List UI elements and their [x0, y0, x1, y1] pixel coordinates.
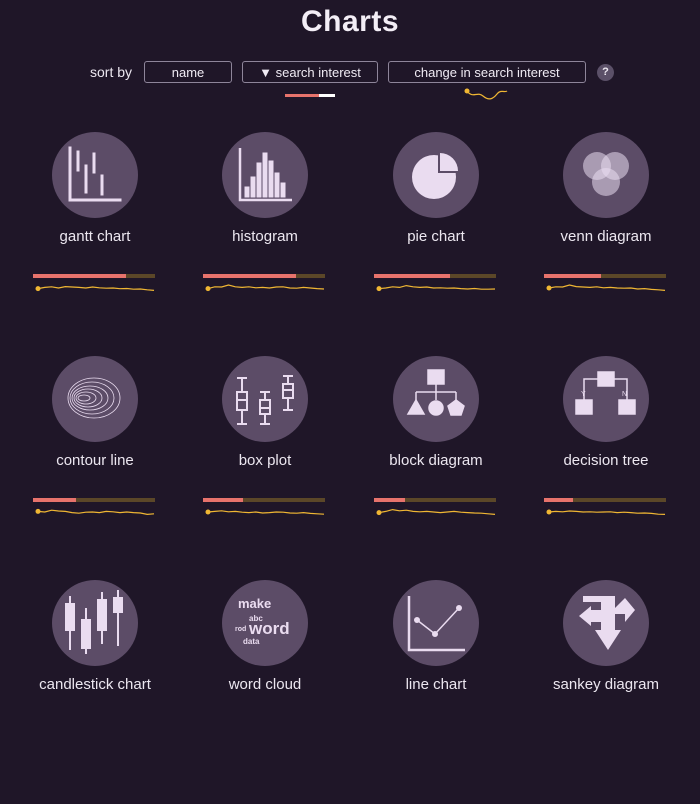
histogram-icon[interactable]	[222, 132, 308, 218]
help-icon[interactable]: ?	[597, 64, 614, 81]
chart-label: contour line	[56, 452, 134, 469]
svg-text:make: make	[238, 596, 271, 611]
sparkline-start-dot	[35, 286, 41, 292]
chart-card-box-plot[interactable]: box plot	[180, 356, 350, 580]
search-interest-trend-sparkline	[376, 508, 496, 516]
search-interest-fill	[374, 274, 450, 278]
search-interest-bar	[203, 274, 325, 278]
svg-text:N: N	[622, 391, 627, 398]
search-interest-fill	[203, 274, 296, 278]
sparkline-path	[378, 284, 496, 290]
chart-card-pie-chart[interactable]: pie chart	[351, 132, 521, 356]
search-interest-legend-icon	[285, 94, 335, 97]
search-interest-trend-sparkline	[35, 285, 155, 292]
search-interest-bar	[544, 274, 666, 278]
decision-tree-icon[interactable]: Y N	[563, 356, 649, 442]
word-cloud-icon[interactable]: make abc rod word data	[222, 580, 308, 666]
sort-bar: sort by name ▼ search interest change in…	[0, 61, 700, 85]
chart-label: histogram	[232, 228, 298, 245]
sparkline-start-dot	[35, 508, 41, 514]
sort-change-in-search-interest-button[interactable]: change in search interest	[388, 61, 586, 83]
pie-chart-icon[interactable]	[393, 132, 479, 218]
search-interest-trend-sparkline	[546, 509, 666, 515]
search-interest-fill	[33, 274, 126, 278]
search-interest-fill	[33, 498, 76, 502]
search-interest-trend-sparkline	[205, 284, 325, 292]
svg-text:data: data	[243, 637, 260, 646]
chart-card-venn-diagram[interactable]: venn diagram	[521, 132, 691, 356]
search-interest-bar	[544, 498, 666, 502]
box-plot-icon[interactable]	[222, 356, 308, 442]
change-in-search-interest-legend-icon	[464, 88, 508, 100]
chart-card-block-diagram[interactable]: block diagram	[351, 356, 521, 580]
search-interest-bar	[374, 274, 496, 278]
sparkline-start-dot	[205, 286, 211, 292]
sparkline-path	[548, 284, 666, 291]
search-interest-trend-sparkline	[546, 284, 666, 291]
sort-name-button[interactable]: name	[144, 61, 232, 83]
sort-by-label: sort by	[90, 64, 133, 80]
search-interest-bar	[33, 274, 155, 278]
chart-label: decision tree	[563, 452, 649, 469]
contour-line-icon[interactable]	[52, 356, 138, 442]
line-chart-icon[interactable]	[393, 580, 479, 666]
chart-card-gantt-chart[interactable]: gantt chart	[10, 132, 180, 356]
sparkline-start-dot	[546, 285, 552, 291]
chart-label: pie chart	[407, 228, 465, 245]
chart-label: sankey diagram	[553, 676, 659, 693]
chart-card-contour-line[interactable]: contour line	[10, 356, 180, 580]
chart-label: candlestick chart	[39, 676, 151, 693]
sankey-diagram-icon[interactable]	[563, 580, 649, 666]
search-interest-fill	[544, 274, 602, 278]
search-interest-bar	[33, 498, 155, 502]
sparkline-path	[37, 509, 155, 516]
chart-label: gantt chart	[59, 228, 131, 245]
sort-search-interest-button[interactable]: ▼ search interest	[242, 61, 378, 83]
sparkline-path	[548, 510, 666, 515]
sparkline-start-dot	[205, 509, 211, 515]
venn-diagram-icon[interactable]	[563, 132, 649, 218]
chart-card-sankey-diagram[interactable]: sankey diagram	[521, 580, 691, 804]
chart-card-line-chart[interactable]: line chart	[351, 580, 521, 804]
chart-card-candlestick-chart[interactable]: candlestick chart	[10, 580, 180, 804]
sparkline-start-dot	[546, 509, 552, 515]
chart-label: block diagram	[389, 452, 483, 469]
chart-label: word cloud	[228, 676, 302, 693]
search-interest-fill	[203, 498, 244, 502]
chart-label: box plot	[238, 452, 292, 469]
block-diagram-icon[interactable]	[393, 356, 479, 442]
sparkline-path	[207, 284, 325, 290]
search-interest-trend-sparkline	[205, 509, 325, 515]
search-interest-trend-sparkline	[376, 284, 496, 292]
search-interest-fill	[544, 498, 574, 502]
sparkline-start-dot	[376, 286, 382, 292]
chart-card-decision-tree[interactable]: Y Ndecision tree	[521, 356, 691, 580]
page-title: Charts	[300, 5, 400, 38]
svg-text:Y: Y	[581, 391, 586, 398]
candlestick-chart-icon[interactable]	[52, 580, 138, 666]
sparkline-start-dot	[376, 510, 382, 516]
gantt-chart-icon[interactable]	[52, 132, 138, 218]
sparkline-path	[37, 285, 155, 291]
sparkline-path	[207, 510, 325, 515]
chart-label: line chart	[405, 676, 467, 693]
chart-label: venn diagram	[560, 228, 652, 245]
sparkline-path	[378, 508, 496, 515]
chart-card-histogram[interactable]: histogram	[180, 132, 350, 356]
search-interest-bar	[374, 498, 496, 502]
chart-card-word-cloud[interactable]: make abc rod word data word cloud	[180, 580, 350, 804]
search-interest-bar	[203, 498, 325, 502]
search-interest-fill	[374, 498, 405, 502]
search-interest-trend-sparkline	[35, 508, 155, 516]
svg-text:word: word	[248, 619, 290, 638]
svg-text:rod: rod	[235, 626, 246, 633]
